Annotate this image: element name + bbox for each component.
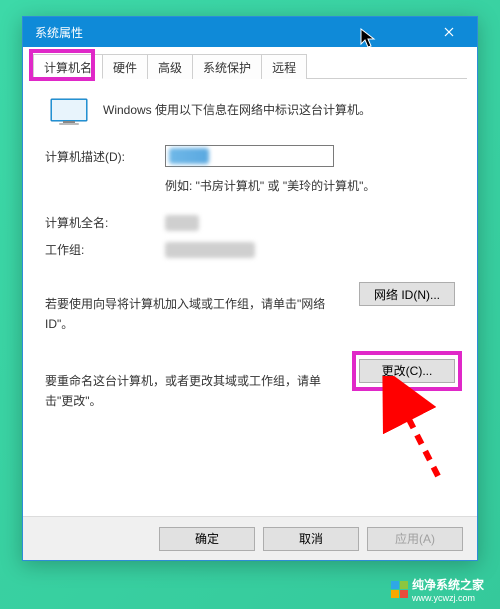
full-name-label: 计算机全名: <box>45 214 165 231</box>
ok-button[interactable]: 确定 <box>159 527 255 551</box>
apply-button[interactable]: 应用(A) <box>367 527 463 551</box>
tab-computer-name[interactable]: 计算机名 <box>33 54 103 79</box>
full-name-value-redacted <box>165 215 199 231</box>
tab-remote[interactable]: 远程 <box>261 54 307 79</box>
network-id-button[interactable]: 网络 ID(N)... <box>359 282 455 306</box>
dialog-button-bar: 确定 取消 应用(A) <box>23 516 477 560</box>
workgroup-label: 工作组: <box>45 241 165 258</box>
system-properties-dialog: 系统属性 计算机名 硬件 高级 系统保护 远程 Windows 使用以下信息在网… <box>22 16 478 561</box>
description-label: 计算机描述(D): <box>45 148 165 165</box>
watermark-logo-icon <box>391 581 408 598</box>
tab-advanced[interactable]: 高级 <box>147 54 193 79</box>
window-title: 系统属性 <box>35 24 429 41</box>
close-button[interactable] <box>429 21 469 43</box>
watermark-url: www.ycwzj.com <box>412 593 484 603</box>
change-button[interactable]: 更改(C)... <box>359 359 455 383</box>
tab-hardware[interactable]: 硬件 <box>102 54 148 79</box>
close-icon <box>444 27 454 37</box>
computer-icon <box>49 97 89 127</box>
tab-content: Windows 使用以下信息在网络中标识这台计算机。 计算机描述(D): 例如:… <box>23 79 477 519</box>
titlebar: 系统属性 <box>23 17 477 47</box>
tab-strip: 计算机名 硬件 高级 系统保护 远程 <box>33 53 467 79</box>
tab-system-protection[interactable]: 系统保护 <box>192 54 262 79</box>
cancel-button[interactable]: 取消 <box>263 527 359 551</box>
watermark-text: 纯净系统之家 <box>412 576 484 593</box>
example-text: 例如: "书房计算机" 或 "美玲的计算机"。 <box>165 177 455 194</box>
workgroup-value-redacted <box>165 242 255 258</box>
watermark: 纯净系统之家 www.ycwzj.com <box>391 576 484 603</box>
rename-text: 要重命名这台计算机，或者更改其域或工作组，请单击"更改"。 <box>45 371 359 412</box>
intro-text: Windows 使用以下信息在网络中标识这台计算机。 <box>103 97 371 118</box>
join-domain-text: 若要使用向导将计算机加入域或工作组，请单击"网络 ID"。 <box>45 294 359 335</box>
description-input[interactable] <box>165 145 334 167</box>
